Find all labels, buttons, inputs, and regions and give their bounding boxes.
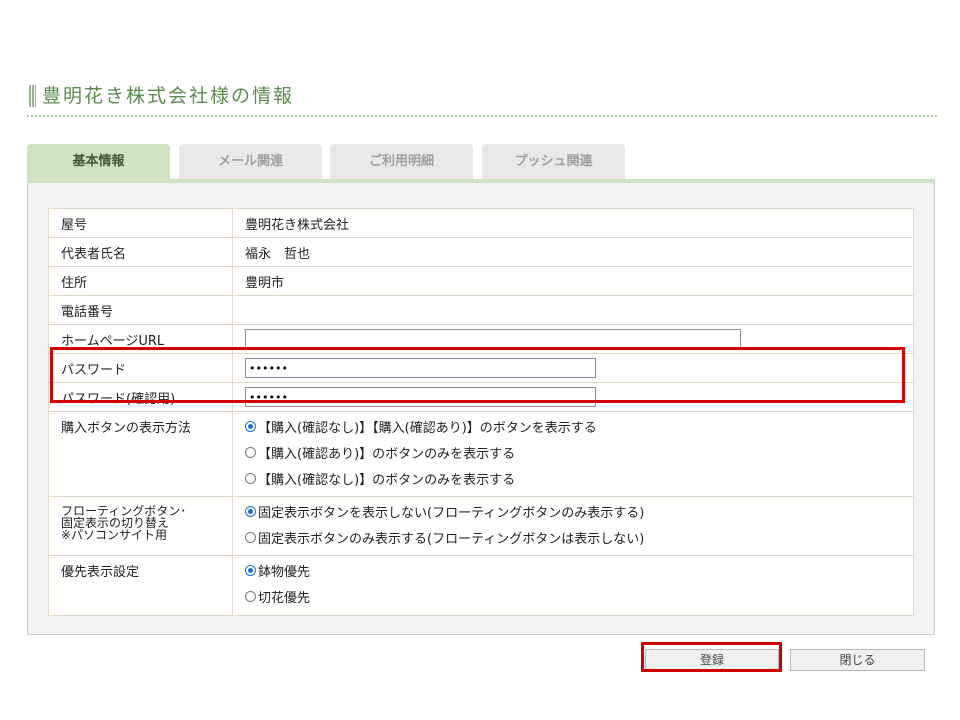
row-representative: 代表者氏名 福永 哲也: [49, 238, 913, 267]
address-label: 住所: [49, 267, 233, 295]
floating-button-label: フローティングボタン･ 固定表示の切り替え ※パソコンサイト用: [49, 497, 233, 555]
priority-option-potted[interactable]: 鉢物優先: [245, 557, 913, 583]
close-button[interactable]: 閉じる: [790, 649, 925, 671]
register-button[interactable]: 登録: [645, 649, 779, 671]
row-password-confirm: パスワード(確認用): [49, 383, 913, 412]
address-value: 豊明市: [245, 276, 285, 291]
password-input[interactable]: [245, 358, 596, 378]
form-panel: 屋号 豊明花き株式会社 代表者氏名 福永 哲也 住所 豊明市 電話番号 ホームペ…: [27, 179, 935, 635]
floating-option-fixed-only[interactable]: 固定表示ボタンのみ表示する(フローティングボタンは表示しない): [245, 524, 913, 550]
floating-option-floating-only[interactable]: 固定表示ボタンを表示しない(フローティングボタンのみ表示する): [245, 498, 913, 524]
password-confirm-input[interactable]: [245, 387, 596, 407]
phone-value: [245, 296, 913, 301]
radio-icon[interactable]: [245, 590, 256, 602]
row-homepage: ホームページURL: [49, 325, 913, 354]
representative-value: 福永 哲也: [245, 247, 311, 262]
password-label: パスワード: [49, 354, 233, 382]
homepage-label: ホームページURL: [49, 325, 233, 353]
radio-icon[interactable]: [245, 446, 256, 458]
title-divider: [27, 115, 937, 117]
title-bar-icon: [29, 85, 36, 107]
priority-label: 優先表示設定: [49, 556, 233, 615]
row-priority: 優先表示設定 鉢物優先 切花優先: [49, 556, 913, 615]
tab-mail[interactable]: メール関連: [179, 144, 322, 180]
row-password: パスワード: [49, 354, 913, 383]
row-phone: 電話番号: [49, 296, 913, 325]
purchase-button-label: 購入ボタンの表示方法: [49, 412, 233, 496]
row-floating-button: フローティングボタン･ 固定表示の切り替え ※パソコンサイト用 固定表示ボタンを…: [49, 497, 913, 556]
shop-name-value: 豊明花き株式会社: [245, 218, 350, 233]
radio-icon[interactable]: [245, 472, 256, 484]
row-shop-name: 屋号 豊明花き株式会社: [49, 209, 913, 238]
row-purchase-button: 購入ボタンの表示方法 【購入(確認なし)】【購入(確認あり)】のボタンを表示する…: [49, 412, 913, 497]
purchase-option-both[interactable]: 【購入(確認なし)】【購入(確認あり)】のボタンを表示する: [245, 413, 913, 439]
page-title: 豊明花き株式会社様の情報: [42, 85, 295, 107]
shop-name-label: 屋号: [49, 209, 233, 237]
radio-selected-icon[interactable]: [245, 420, 256, 432]
radio-icon[interactable]: [245, 531, 256, 543]
tab-push[interactable]: プッシュ関連: [482, 144, 625, 180]
tab-bar: 基本情報 メール関連 ご利用明細 プッシュ関連: [27, 144, 937, 180]
purchase-option-no-confirm-only[interactable]: 【購入(確認なし)】のボタンのみを表示する: [245, 465, 913, 491]
password-confirm-label: パスワード(確認用): [49, 383, 233, 411]
tab-usage-details[interactable]: ご利用明細: [330, 144, 473, 180]
radio-selected-icon[interactable]: [245, 564, 256, 576]
radio-selected-icon[interactable]: [245, 505, 256, 517]
representative-label: 代表者氏名: [49, 238, 233, 266]
homepage-url-input[interactable]: [245, 329, 741, 349]
row-address: 住所 豊明市: [49, 267, 913, 296]
tab-basic-info[interactable]: 基本情報: [27, 144, 170, 180]
info-table: 屋号 豊明花き株式会社 代表者氏名 福永 哲也 住所 豊明市 電話番号 ホームペ…: [48, 208, 914, 616]
page-header: 豊明花き株式会社様の情報: [27, 83, 937, 119]
priority-option-cut-flower[interactable]: 切花優先: [245, 583, 913, 609]
phone-label: 電話番号: [49, 296, 233, 324]
purchase-option-confirm-only[interactable]: 【購入(確認あり)】のボタンのみを表示する: [245, 439, 913, 465]
